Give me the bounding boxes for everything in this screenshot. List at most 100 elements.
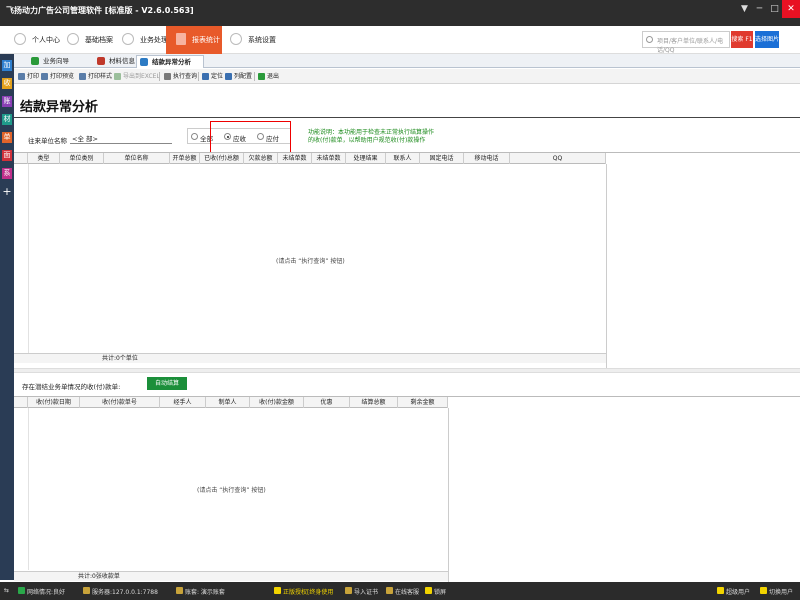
- minimize-window-button[interactable]: ─: [752, 0, 767, 18]
- locate-icon: [202, 73, 209, 80]
- toolbar-label: 打印样式: [88, 73, 113, 80]
- nav-item-archive[interactable]: 基础档案: [63, 26, 121, 54]
- check-icon: [274, 587, 281, 594]
- auto-settle-button[interactable]: 自动结算: [147, 377, 187, 390]
- column-header[interactable]: 收(付)款单号: [80, 397, 160, 408]
- pane-splitter[interactable]: [14, 368, 800, 373]
- column-header[interactable]: 剩余金额: [398, 397, 448, 408]
- dropdown-window-button[interactable]: ▼: [737, 0, 752, 18]
- column-header[interactable]: 移动电话: [464, 153, 510, 164]
- nav-label: 业务处理: [140, 36, 168, 44]
- toolbar-separator: [198, 72, 199, 81]
- column-header[interactable]: 单位名称: [104, 153, 170, 164]
- window-controls: ▼ ─ □ ✕: [737, 0, 800, 18]
- status-arrows: ⇆: [4, 587, 10, 594]
- tab-business-guide[interactable]: 业务向导: [28, 55, 84, 68]
- print-style-button[interactable]: 打印样式: [78, 70, 112, 83]
- row-indicator-divider: [28, 408, 29, 570]
- toolbar-label: 列配置: [234, 73, 253, 80]
- document-tabs: 业务向导 材料信息 结款异常分析: [14, 54, 800, 68]
- nav-item-business[interactable]: 业务处理: [118, 26, 168, 54]
- run-query-button[interactable]: 执行查询: [163, 70, 197, 83]
- business-icon: [122, 33, 134, 45]
- toolbar-label: 打印预览: [50, 73, 75, 80]
- excel-icon: [114, 73, 121, 80]
- column-header[interactable]: 收(付)款日期: [28, 397, 80, 408]
- gear-icon: [230, 33, 242, 45]
- search-button[interactable]: 搜索 F1: [731, 31, 753, 48]
- print-preview-button[interactable]: 打印预览: [40, 70, 74, 83]
- column-header[interactable]: 经手人: [160, 397, 206, 408]
- column-header[interactable]: 未结单数: [278, 153, 312, 164]
- grid-placeholder: (请点击 “执行查询” 按钮): [197, 487, 266, 494]
- quick-material-button[interactable]: 材: [2, 114, 12, 125]
- column-header[interactable]: 未结单数: [312, 153, 346, 164]
- quick-system-button[interactable]: 系: [2, 168, 12, 179]
- online-service-button[interactable]: 在线客服: [386, 587, 419, 596]
- print-button[interactable]: 打印: [17, 70, 39, 83]
- toolbar-label: 退出: [267, 73, 280, 80]
- tab-label: 业务向导: [43, 57, 69, 65]
- switch-user-button[interactable]: 切换用户: [760, 587, 793, 596]
- nav-item-settings[interactable]: 系统设置: [222, 26, 278, 54]
- unit-name-field[interactable]: <全 部>: [70, 133, 172, 144]
- column-header[interactable]: 已收(付)总额: [200, 153, 244, 164]
- select-image-button[interactable]: 选择图片: [755, 31, 779, 48]
- column-header[interactable]: 欠款总额: [244, 153, 278, 164]
- column-header[interactable]: 联系人: [386, 153, 420, 164]
- column-header[interactable]: 结算总额: [350, 397, 398, 408]
- column-header[interactable]: 制单人: [206, 397, 250, 408]
- column-config-button[interactable]: 列配置: [224, 70, 252, 83]
- nav-label: 系统设置: [248, 36, 276, 44]
- search-input[interactable]: 项目/客户单位/联系人/电话/QQ: [642, 31, 730, 54]
- close-window-button[interactable]: ✕: [782, 0, 800, 18]
- status-text: 正版授权[终身使用: [283, 589, 334, 596]
- grid-right-border: [606, 164, 607, 369]
- nav-item-personal[interactable]: 个人中心: [8, 26, 63, 54]
- quick-account-button[interactable]: 账: [2, 96, 12, 107]
- tab-settlement-analysis[interactable]: 结款异常分析: [136, 55, 204, 68]
- receipts-grid-footer: 共计:0张收款单: [14, 571, 448, 581]
- quick-plus-button[interactable]: +: [2, 186, 12, 197]
- chart-icon: [176, 33, 186, 45]
- download-icon: [345, 587, 352, 594]
- column-header[interactable]: 单位类别: [60, 153, 104, 164]
- status-text: 锁屏: [434, 589, 447, 596]
- column-header[interactable]: 固定电话: [420, 153, 464, 164]
- current-user: 超级用户: [717, 587, 750, 596]
- lock-screen-button[interactable]: 锁屏: [425, 587, 446, 596]
- quick-add-button[interactable]: 加: [2, 60, 12, 71]
- material-icon: [97, 57, 105, 65]
- app-title: 飞扬动力广告公司管理软件 [标准版 - V2.6.0.563]: [6, 6, 194, 15]
- exit-button[interactable]: 退出: [257, 70, 279, 83]
- nav-item-reports[interactable]: 报表统计: [166, 26, 222, 54]
- export-excel-button[interactable]: 导出到EXCEL: [113, 70, 160, 83]
- network-status: 网络情况:良好: [18, 587, 65, 596]
- license-status[interactable]: 正版授权[终身使用: [274, 587, 333, 596]
- column-header[interactable]: 类型: [28, 153, 60, 164]
- nav-label: 报表统计: [192, 36, 220, 44]
- quick-access-strip: 加 收 账 材 单 面 系 +: [0, 54, 14, 580]
- import-cert-button[interactable]: 导入证书: [345, 587, 378, 596]
- row-indicator-header: [14, 153, 28, 164]
- status-text: 导入证书: [354, 589, 379, 596]
- locate-button[interactable]: 定位: [201, 70, 223, 83]
- quick-receive-button[interactable]: 收: [2, 78, 12, 89]
- column-header[interactable]: 处理结果: [346, 153, 386, 164]
- note-line: 的收(付)款单，以帮助用户规范收(付)款操作: [308, 137, 426, 144]
- search-icon: [646, 36, 653, 43]
- column-header[interactable]: QQ: [510, 153, 606, 164]
- archive-icon: [67, 33, 79, 45]
- maximize-window-button[interactable]: □: [767, 0, 782, 18]
- receipts-grid: 收(付)款日期 收(付)款单号 经手人 制单人 收(付)款金额 优惠 结算总额 …: [14, 396, 800, 582]
- toolbar-label: 定位: [211, 73, 224, 80]
- column-header[interactable]: 优惠: [304, 397, 350, 408]
- account-status: 账套: 演示账套: [176, 587, 225, 596]
- column-header[interactable]: 收(付)款金额: [250, 397, 304, 408]
- network-icon: [18, 587, 25, 594]
- column-header[interactable]: 开单总额: [170, 153, 200, 164]
- quick-face-button[interactable]: 面: [2, 150, 12, 161]
- quick-order-button[interactable]: 单: [2, 132, 12, 143]
- title-bar: 飞扬动力广告公司管理软件 [标准版 - V2.6.0.563] ▼ ─ □ ✕: [0, 0, 800, 26]
- status-text: 网络情况:良好: [27, 589, 66, 596]
